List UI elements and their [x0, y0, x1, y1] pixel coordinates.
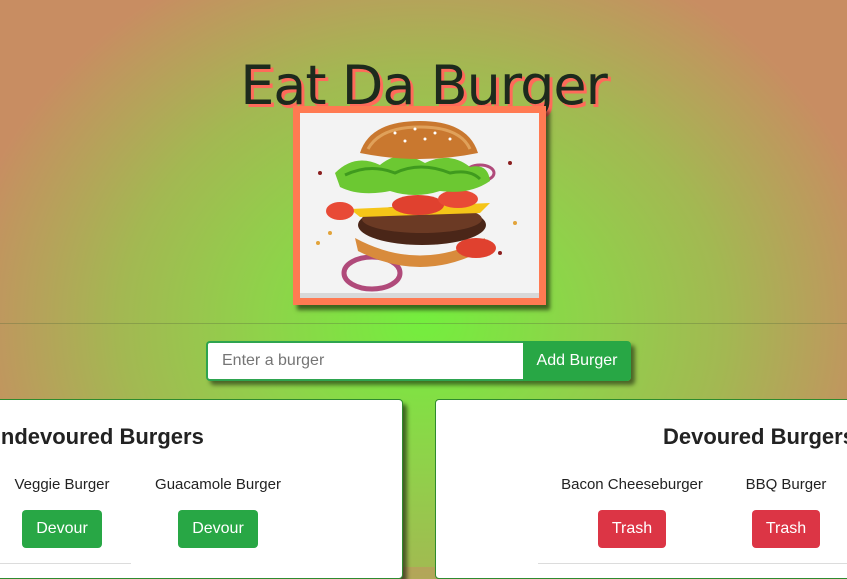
- burger-item: Veggie Burger Devour: [12, 474, 112, 548]
- devoured-title: Devoured Burgers: [663, 424, 847, 449]
- add-burger-button[interactable]: Add Burger: [523, 341, 631, 381]
- devoured-panel: Devoured Burgers Bacon Cheeseburger Tras…: [435, 399, 847, 579]
- trash-button[interactable]: Trash: [597, 510, 667, 548]
- burger-illustration: [316, 121, 517, 292]
- row-divider: [538, 563, 847, 564]
- burger-item: BBQ Burger Trash: [741, 474, 831, 548]
- burger-name: Bacon Cheeseburger: [561, 476, 703, 493]
- burger-name: BBQ Burger: [745, 476, 827, 493]
- undevoured-title: Undevoured Burgers: [0, 424, 204, 449]
- burger-item: Guacamole Burger Devour: [151, 474, 285, 548]
- burger-image-frame: [293, 106, 546, 305]
- add-burger-form: Add Burger: [206, 341, 631, 381]
- row-divider: [0, 563, 131, 564]
- devour-button[interactable]: Devour: [178, 510, 258, 548]
- burger-item: Bacon Cheeseburger Trash: [556, 474, 708, 548]
- undevoured-panel: Undevoured Burgers Veggie Burger Devour …: [0, 399, 403, 579]
- burger-image: [300, 113, 539, 298]
- header-divider: [0, 323, 847, 324]
- devour-button[interactable]: Devour: [22, 510, 102, 548]
- burger-name: Veggie Burger: [14, 476, 110, 493]
- burger-input[interactable]: [206, 341, 523, 381]
- burger-name: Guacamole Burger: [155, 476, 281, 493]
- trash-button[interactable]: Trash: [751, 510, 821, 548]
